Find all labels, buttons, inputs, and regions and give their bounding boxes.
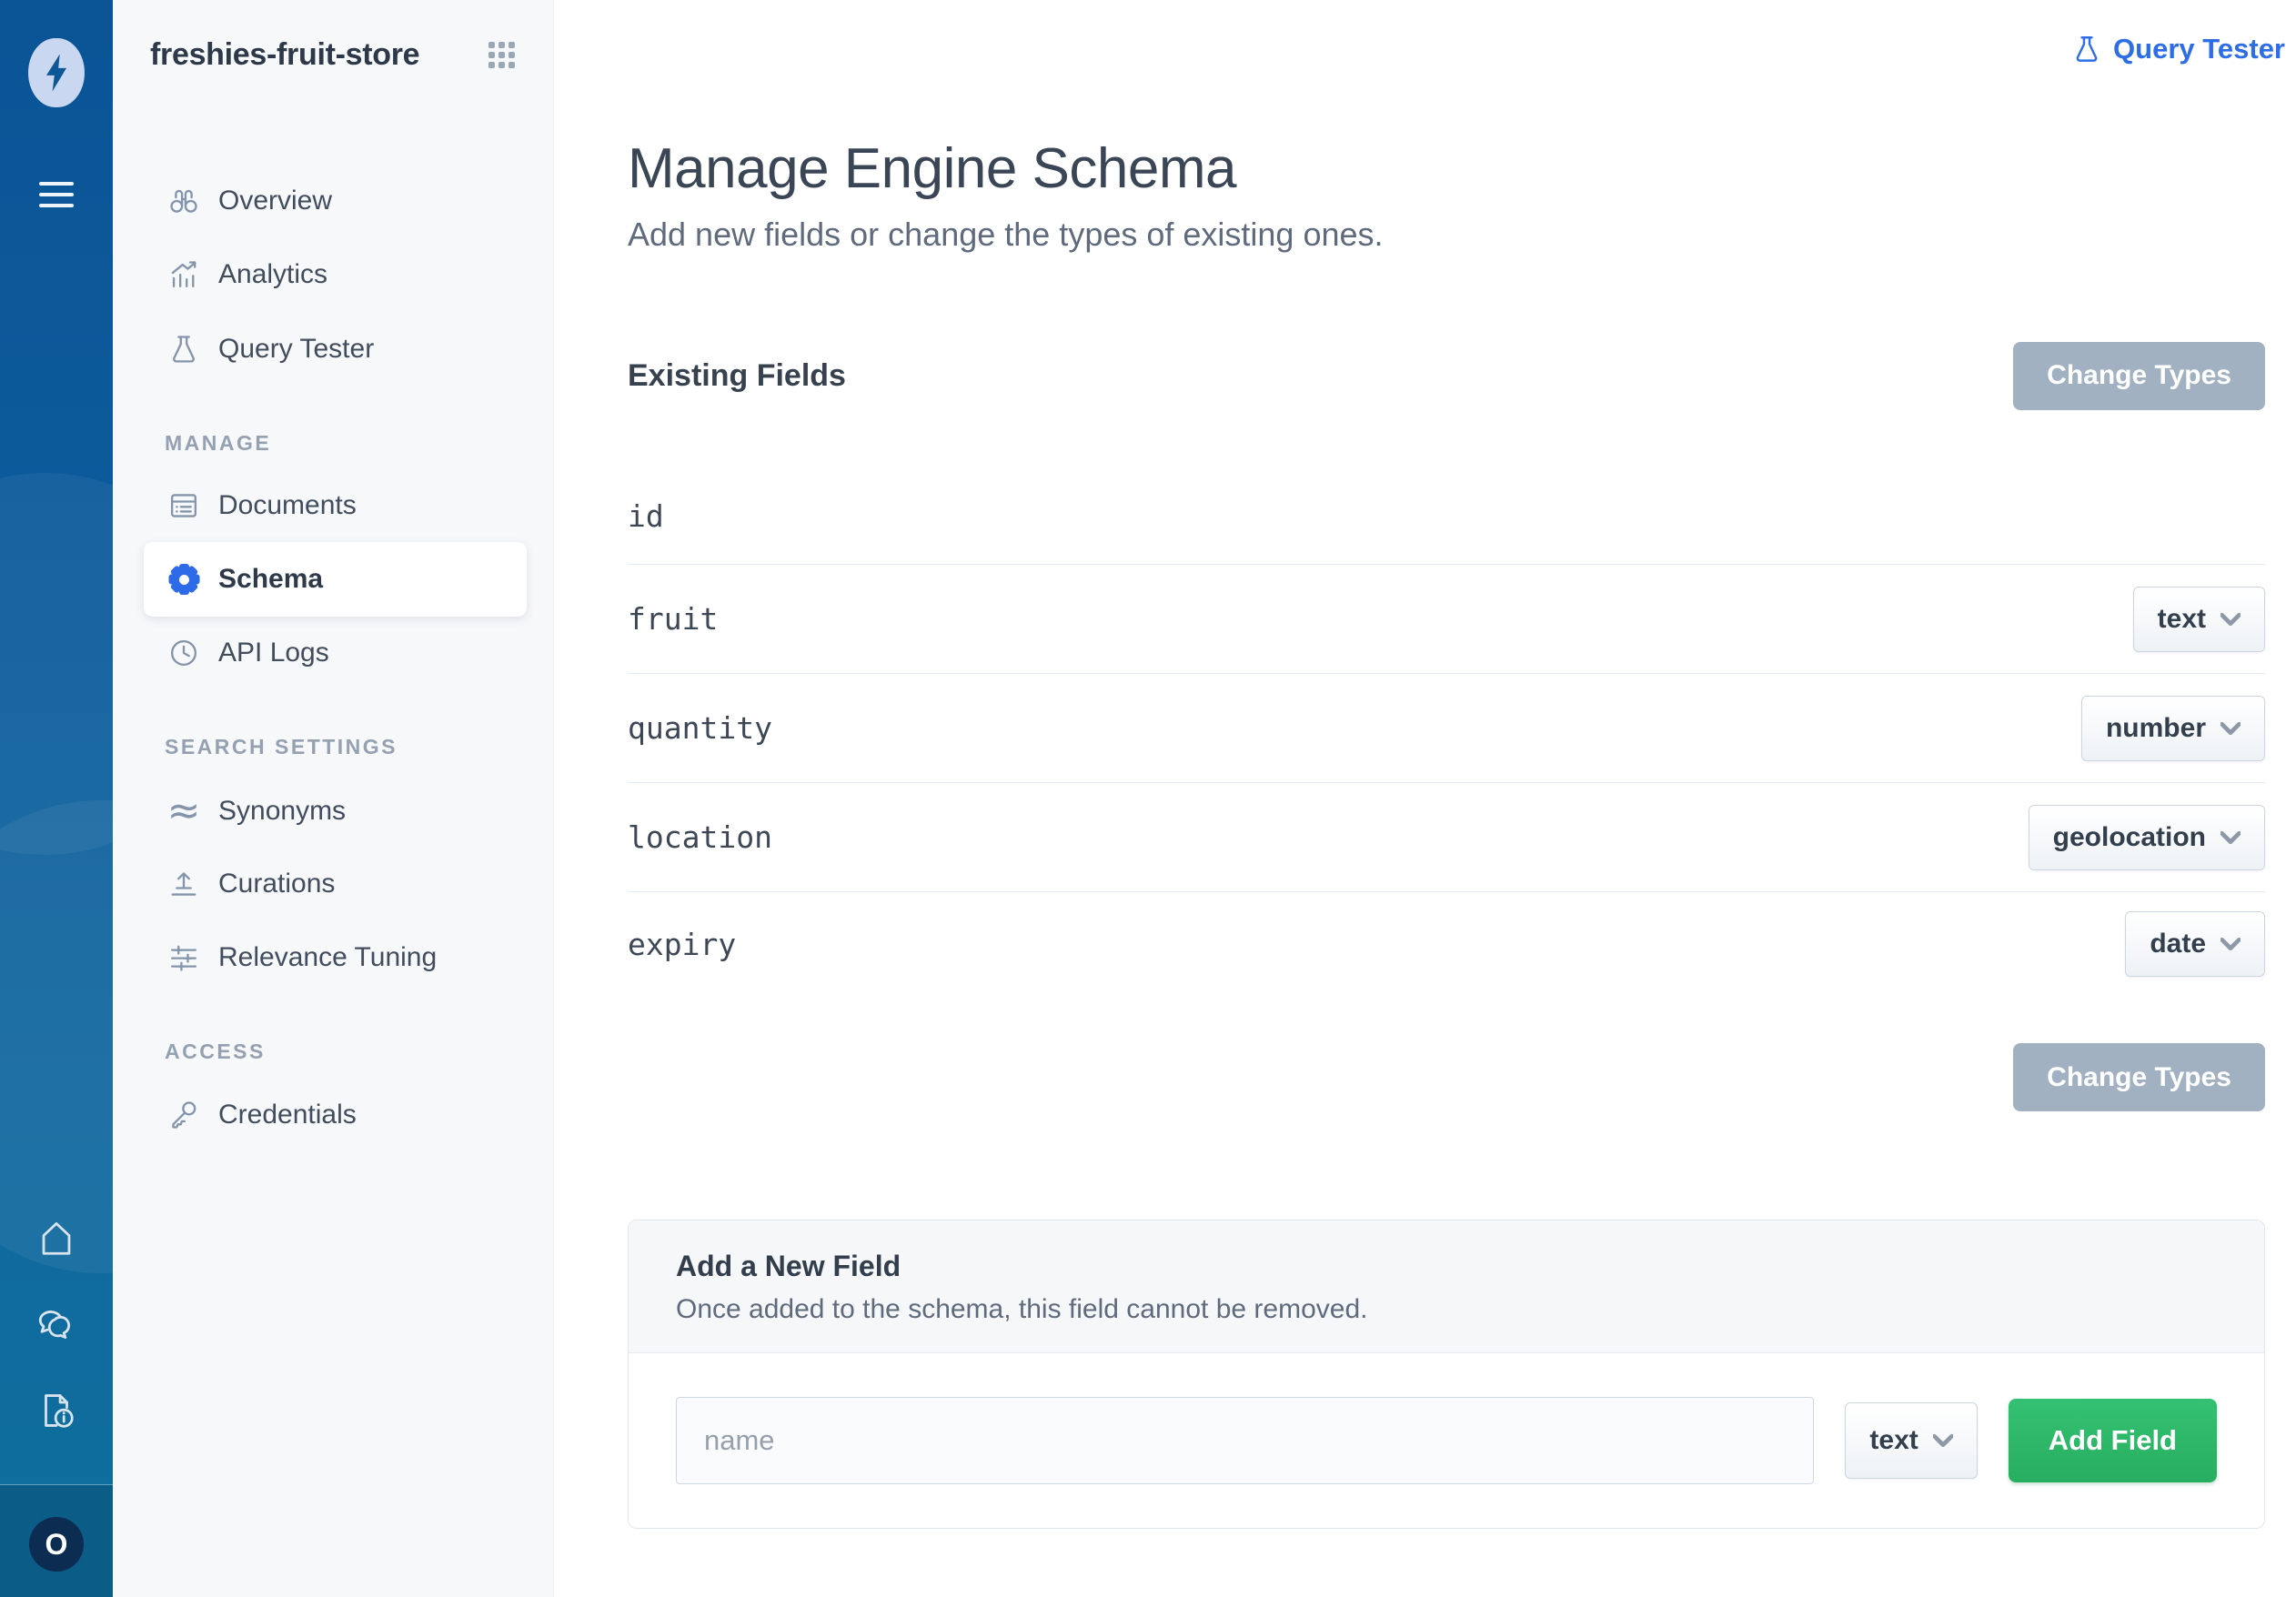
app-logo[interactable] [28,38,85,107]
clock-icon [164,616,204,690]
sidebar-item-relevance-tuning[interactable]: Relevance Tuning [113,920,553,995]
sidebar-item-curations[interactable]: Curations [113,847,553,921]
table-actions: Change Types [628,1043,2265,1111]
engine-switcher-icon[interactable] [488,42,515,68]
field-type-value: number [2106,713,2206,744]
sidebar-item-label: Schema [218,564,323,595]
page-subtitle: Add new fields or change the types of ex… [628,216,2265,254]
support-chat-button[interactable] [0,1302,113,1344]
chat-bubbles-icon [35,1302,77,1344]
sidebar-item-query-tester[interactable]: Query Tester [113,312,553,387]
add-field-description: Once added to the schema, this field can… [676,1294,2217,1325]
add-field-form: text Add Field [629,1353,2264,1528]
home-icon [35,1217,77,1259]
field-type-dropdown[interactable]: text [2133,587,2265,652]
add-field-panel: Add a New Field Once added to the schema… [628,1220,2265,1529]
sidebar-item-label: Curations [218,869,335,899]
chevron-down-icon [2220,722,2241,735]
flask-icon [164,312,204,387]
sidebar-item-api-logs[interactable]: API Logs [113,616,553,690]
sliders-icon [164,920,204,995]
field-name: quantity [628,710,772,746]
field-type-value: text [2158,604,2206,635]
sidebar-item-label: Analytics [218,259,327,290]
chevron-down-icon [1933,1434,1953,1447]
new-field-type-dropdown[interactable]: text [1845,1402,1977,1479]
menu-icon[interactable] [39,182,74,215]
sidebar-item-schema[interactable]: Schema [144,542,527,617]
main-content: Query Tester Manage Engine Schema Add ne… [554,0,2296,1597]
existing-fields-heading: Existing Fields [628,358,846,394]
sidebar-item-label: Relevance Tuning [218,942,437,973]
sidebar-item-analytics[interactable]: Analytics [113,237,553,312]
engine-header: freshies-fruit-store [150,33,515,76]
field-type-dropdown[interactable]: number [2081,696,2265,761]
existing-fields-header: Existing Fields Change Types [628,341,2265,410]
page-title: Manage Engine Schema [628,136,2265,201]
field-row-id: id [628,468,2265,565]
gear-icon [164,542,204,617]
sidebar-item-documents[interactable]: Documents [113,468,553,543]
field-row-fruit: fruit text [628,565,2265,674]
chevron-down-icon [2220,613,2241,626]
sidebar-item-label: Overview [218,186,332,216]
add-field-button[interactable]: Add Field [2009,1399,2217,1482]
sidebar-item-label: Documents [218,490,357,521]
schema-page: Manage Engine Schema Add new fields or c… [628,0,2265,1529]
field-name: location [628,819,772,855]
field-type-dropdown[interactable]: geolocation [2029,805,2265,870]
user-avatar[interactable]: O [29,1517,84,1572]
curations-icon [164,847,204,921]
new-field-type-value: text [1869,1425,1918,1456]
field-row-location: location geolocation [628,783,2265,892]
field-row-quantity: quantity number [628,674,2265,783]
sidebar-item-synonyms[interactable]: ≈ Synonyms [113,774,553,849]
doc-info-icon [35,1390,77,1431]
sidebar-item-credentials[interactable]: Credentials [113,1078,553,1152]
chevron-down-icon [2220,938,2241,950]
rail-divider [0,1484,113,1485]
sidebar-item-overview[interactable]: Overview [113,164,553,238]
key-icon [164,1078,204,1152]
sidebar-section-access: ACCESS [165,1038,266,1065]
field-name: expiry [628,927,736,962]
analytics-icon [164,237,204,312]
sidebar-section-manage: MANAGE [165,429,271,457]
documentation-button[interactable] [0,1390,113,1431]
home-button[interactable] [0,1217,113,1259]
binoculars-icon [164,164,204,238]
app-window: O freshies-fruit-store Overview [0,0,2296,1597]
documents-icon [164,468,204,543]
field-row-expiry: expiry date [628,892,2265,996]
sidebar-item-label: Query Tester [218,334,374,365]
change-types-button-top[interactable]: Change Types [2013,342,2265,410]
sidebar-item-label: Credentials [218,1100,357,1130]
sidebar-section-search-settings: SEARCH SETTINGS [165,733,398,760]
field-name-input[interactable] [676,1397,1814,1484]
engine-name: freshies-fruit-store [150,37,419,73]
field-type-value: geolocation [2053,822,2206,853]
synonyms-icon: ≈ [164,774,204,849]
field-type-value: date [2150,929,2206,959]
change-types-button-bottom[interactable]: Change Types [2013,1043,2265,1111]
field-type-dropdown[interactable]: date [2125,911,2265,977]
sidebar-item-label: Synonyms [218,796,346,827]
app-rail: O [0,0,113,1597]
lightning-bolt-icon [43,53,70,93]
sidebar-item-label: API Logs [218,638,329,668]
field-table: id fruit text quantity number [628,468,2265,996]
field-name: fruit [628,601,718,637]
chevron-down-icon [2220,831,2241,844]
field-name: id [628,498,664,534]
engine-sidebar: freshies-fruit-store Overview [113,0,554,1597]
add-field-panel-header: Add a New Field Once added to the schema… [629,1220,2264,1353]
add-field-heading: Add a New Field [676,1250,2217,1283]
